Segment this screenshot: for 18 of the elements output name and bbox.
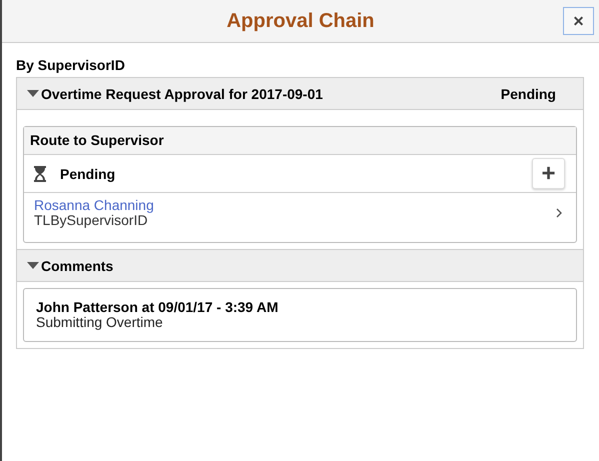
- comment-text: Submitting Overtime: [36, 315, 163, 330]
- approval-status: Pending: [500, 86, 556, 102]
- close-button[interactable]: ×: [563, 7, 594, 35]
- step-title: Route to Supervisor: [24, 127, 576, 155]
- approver-name[interactable]: Rosanna Channing: [34, 198, 154, 213]
- step-status: Pending: [60, 166, 116, 182]
- comment-header: John Patterson at 09/01/17 - 3:39 AM: [36, 300, 278, 315]
- approver-role: TLBySupervisorID: [34, 213, 148, 228]
- hourglass-icon: [34, 166, 46, 182]
- chevron-icon: [556, 208, 562, 218]
- approver-row[interactable]: Rosanna Channing TLBySupervisorID: [24, 193, 576, 242]
- comments-title: Comments: [41, 258, 114, 274]
- approval-header[interactable]: Overtime Request Approval for 2017-09-01 Pending: [17, 78, 583, 110]
- add-button[interactable]: +: [532, 158, 565, 189]
- group-label: By SupervisorID: [16, 57, 126, 75]
- dialog-title: Approval Chain: [226, 10, 374, 32]
- comments-header[interactable]: Comments: [17, 249, 583, 282]
- approval-title: Overtime Request Approval for 2017-09-01: [41, 86, 324, 102]
